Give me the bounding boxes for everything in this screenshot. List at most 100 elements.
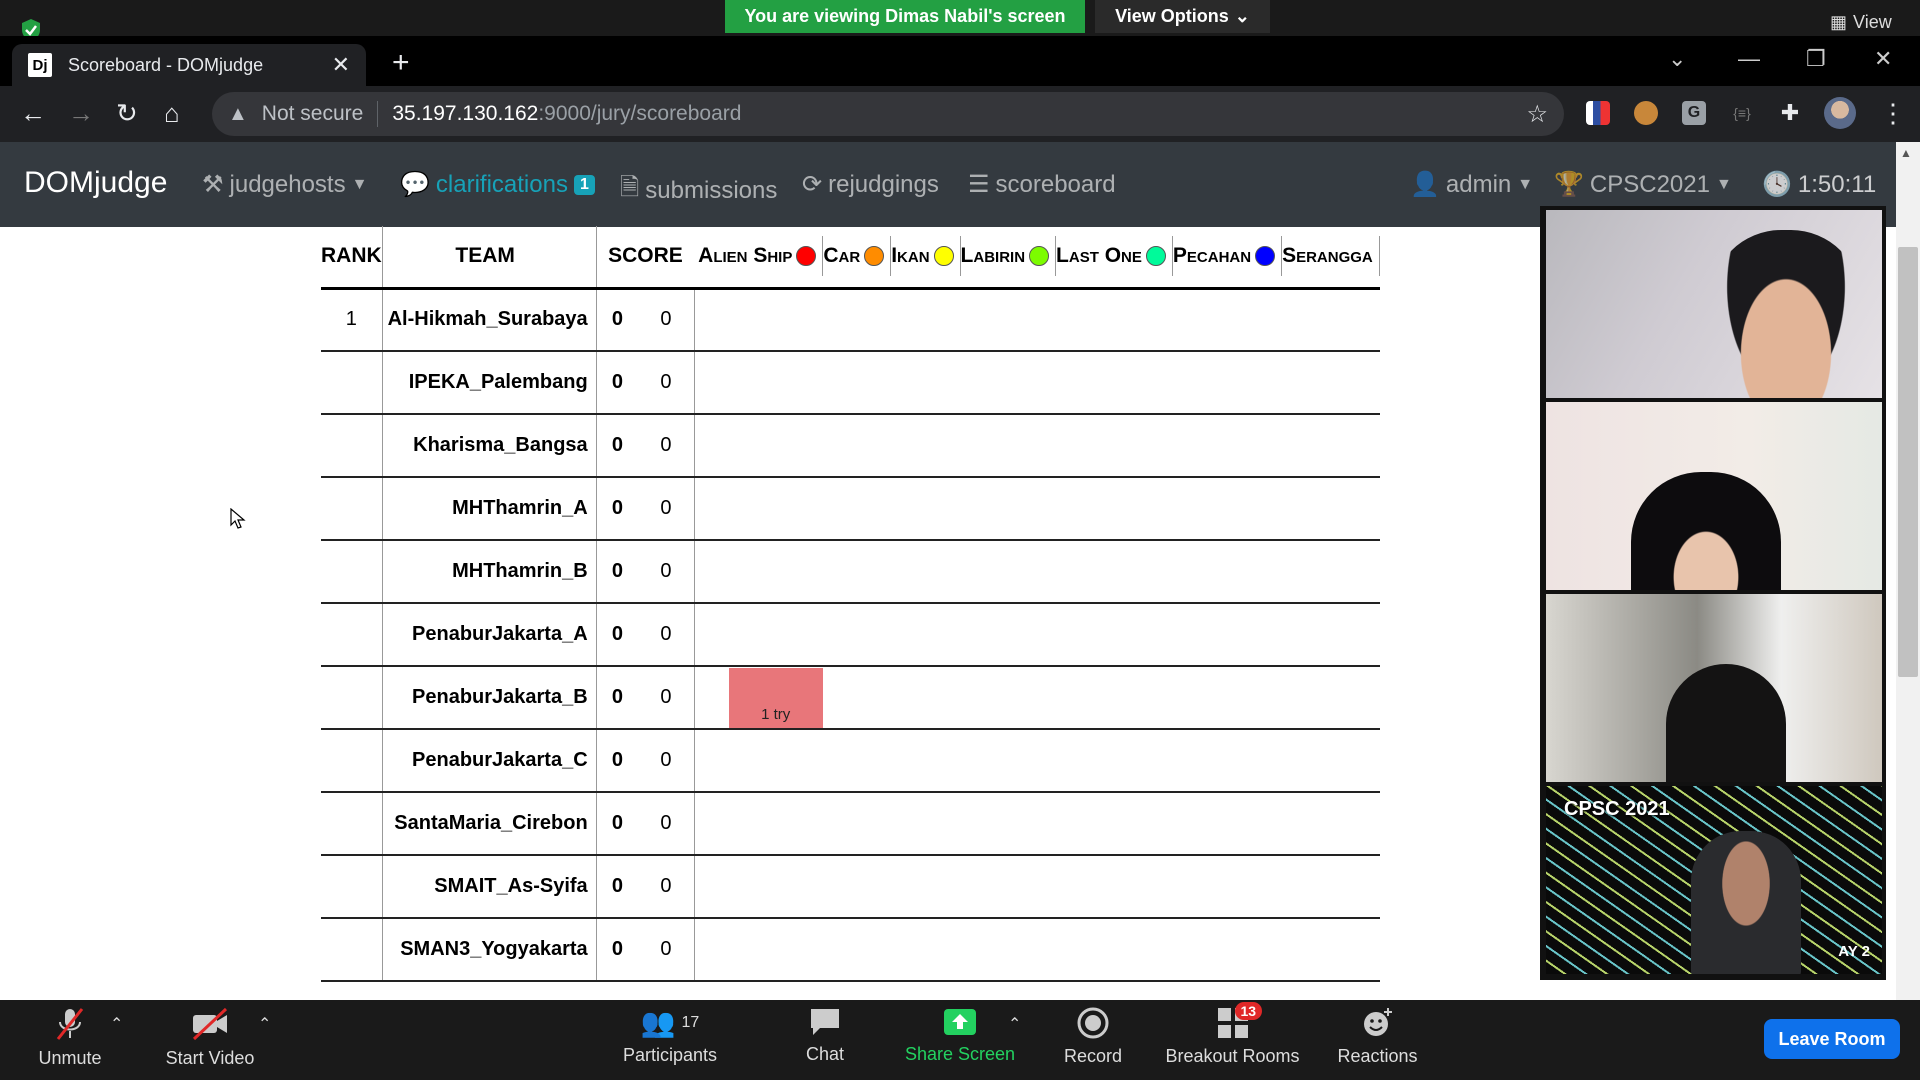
team-name-cell[interactable]: PenaburJakarta_A	[381, 603, 597, 667]
reactions-button[interactable]: Reactions	[1330, 1006, 1425, 1067]
team-name-cell[interactable]: PenaburJakarta_C	[381, 729, 597, 793]
problem-header[interactable]: Pecahan	[1173, 236, 1283, 277]
leave-room-button[interactable]: Leave Room	[1764, 1019, 1900, 1059]
minimize-icon[interactable]: —	[1738, 46, 1760, 72]
team-header[interactable]: TEAM	[381, 226, 597, 290]
breakout-rooms-button[interactable]: 13 Breakout Rooms	[1160, 1002, 1305, 1067]
close-tab-icon[interactable]: ✕	[332, 52, 350, 78]
problem-header[interactable]: Serangga	[1282, 236, 1380, 277]
problem-results-cell	[694, 918, 1380, 982]
participant-video-1[interactable]	[1546, 210, 1882, 398]
problem-header[interactable]: Labirin	[961, 236, 1057, 277]
close-window-icon[interactable]: ✕	[1874, 46, 1892, 72]
nav-scoreboard[interactable]: ☰ scoreboard	[968, 170, 1116, 199]
video-overlay-title: CPSC 2021	[1564, 798, 1670, 820]
extension-dim-icon[interactable]: {≡}	[1730, 101, 1754, 125]
team-name-cell[interactable]: SMAIT_As-Syifa	[381, 855, 597, 919]
problem-header[interactable]: Last One	[1056, 236, 1173, 277]
unmute-button[interactable]: Unmute	[30, 1006, 110, 1069]
view-options-button[interactable]: View Options ⌄	[1095, 0, 1270, 33]
file-code-icon: 🗎	[620, 174, 640, 201]
table-row[interactable]: SMAN3_Yogyakarta 0 0	[321, 918, 1380, 982]
browser-tab[interactable]: Dj Scoreboard - DOMjudge ✕	[12, 44, 366, 86]
problem-color-balloon-icon	[1255, 246, 1276, 267]
comments-icon: 💬	[400, 171, 430, 198]
table-row[interactable]: SantaMaria_Cirebon 0 0	[321, 792, 1380, 856]
participant-video-2[interactable]	[1546, 402, 1882, 590]
team-name-cell[interactable]: SantaMaria_Cirebon	[381, 792, 597, 856]
back-icon[interactable]: ←	[20, 98, 46, 129]
profile-avatar[interactable]	[1824, 97, 1856, 129]
scroll-up-icon[interactable]: ▲	[1900, 146, 1912, 160]
problem-name: Last One	[1056, 244, 1142, 268]
table-row[interactable]: Kharisma_Bangsa 0 0	[321, 414, 1380, 478]
view-options-label: View Options	[1115, 6, 1229, 26]
tab-search-chevron-icon[interactable]: ⌄	[1668, 46, 1686, 72]
extension-g-icon[interactable]: G	[1682, 101, 1706, 125]
extension-flag-icon[interactable]	[1586, 101, 1610, 125]
scoreboard-table: RANK TEAM SCORE Alien Ship Car Ikan Labirin…	[321, 226, 1380, 982]
share-screen-button[interactable]: Share Screen	[900, 1006, 1020, 1065]
audio-options-caret-icon[interactable]: ⌃	[110, 1014, 123, 1034]
team-name-cell[interactable]: Kharisma_Bangsa	[381, 414, 597, 478]
solved-count-cell: 0	[596, 477, 639, 541]
table-row[interactable]: PenaburJakarta_A 0 0	[321, 603, 1380, 667]
nav-clarifications[interactable]: 💬 clarifications 1	[400, 170, 595, 199]
record-button[interactable]: Record	[1058, 1006, 1128, 1067]
address-bar[interactable]: ▲ Not secure 35.197.130.162 :9000/jury/s…	[212, 92, 1564, 136]
extension-cookie-icon[interactable]	[1634, 101, 1658, 125]
rank-cell	[321, 918, 383, 982]
extensions-puzzle-icon[interactable]: ✚	[1778, 101, 1802, 125]
participants-button[interactable]: 👥 17 Participants	[615, 1006, 725, 1066]
new-tab-icon[interactable]: +	[392, 46, 410, 80]
table-row[interactable]: PenaburJakarta_B 0 0 1 try	[321, 666, 1380, 730]
bookmark-star-icon[interactable]: ☆	[1526, 100, 1548, 129]
team-name-cell[interactable]: MHThamrin_B	[381, 540, 597, 604]
home-icon[interactable]: ⌂	[164, 98, 180, 129]
security-label[interactable]: Not secure	[262, 102, 364, 126]
chat-button[interactable]: Chat	[795, 1006, 855, 1065]
nav-judgehosts[interactable]: ⚒ judgehosts ▼	[202, 170, 367, 199]
team-name-cell[interactable]: MHThamrin_A	[381, 477, 597, 541]
nav-rejudgings[interactable]: ⟳ rejudgings	[802, 170, 939, 199]
share-options-caret-icon[interactable]: ⌃	[1008, 1014, 1021, 1034]
participant-video-3[interactable]	[1546, 594, 1882, 782]
table-row[interactable]: SMAIT_As-Syifa 0 0	[321, 855, 1380, 919]
nav-user-menu[interactable]: 👤 admin ▼	[1410, 170, 1533, 199]
start-video-button[interactable]: Start Video	[155, 1006, 265, 1069]
attempt-box[interactable]: 1 try	[728, 667, 823, 728]
nav-scoreboard-label: scoreboard	[995, 170, 1116, 198]
nav-contest-menu[interactable]: 🏆 CPSC2021 ▼	[1554, 170, 1732, 199]
problem-header[interactable]: Car	[823, 236, 892, 277]
problem-header[interactable]: Ikan	[891, 236, 961, 277]
team-name-cell[interactable]: SMAN3_Yogyakarta	[381, 918, 597, 982]
problem-color-balloon-icon	[1029, 246, 1050, 267]
team-name-cell[interactable]: PenaburJakarta_B	[381, 666, 597, 730]
restore-icon[interactable]: ❐	[1806, 46, 1826, 72]
table-row[interactable]: IPEKA_Palembang 0 0	[321, 351, 1380, 415]
table-row[interactable]: 1 Al-Hikmah_Surabaya 0 0	[321, 288, 1380, 352]
browser-menu-icon[interactable]: ⋮	[1880, 98, 1906, 129]
forward-icon[interactable]: →	[68, 98, 94, 129]
table-row[interactable]: MHThamrin_B 0 0	[321, 540, 1380, 604]
table-row[interactable]: MHThamrin_A 0 0	[321, 477, 1380, 541]
reactions-smiley-icon	[1363, 1008, 1392, 1036]
team-name-cell[interactable]: IPEKA_Palembang	[381, 351, 597, 415]
score-header[interactable]: SCORE	[596, 226, 695, 290]
penalty-time-cell: 0	[638, 603, 695, 667]
unmute-label: Unmute	[38, 1048, 102, 1068]
participant-video-4[interactable]: CPSC 2021 AY 2	[1546, 786, 1882, 974]
view-button[interactable]: ▦ View	[1830, 12, 1892, 33]
solved-count-cell: 0	[596, 351, 639, 415]
solved-count-cell: 0	[596, 918, 639, 982]
participants-label: Participants	[622, 1045, 718, 1065]
problem-header[interactable]: Alien Ship	[698, 236, 824, 277]
domjudge-brand[interactable]: DOMjudge	[24, 166, 167, 200]
table-row[interactable]: PenaburJakarta_C 0 0	[321, 729, 1380, 793]
rank-header[interactable]: RANK	[321, 226, 383, 290]
team-name-cell[interactable]: Al-Hikmah_Surabaya	[381, 288, 597, 352]
video-options-caret-icon[interactable]: ⌃	[258, 1014, 271, 1034]
page-scrollbar-thumb[interactable]	[1898, 247, 1918, 677]
nav-submissions[interactable]: 🗎 submissions	[620, 170, 777, 211]
reload-icon[interactable]: ↻	[116, 98, 138, 129]
